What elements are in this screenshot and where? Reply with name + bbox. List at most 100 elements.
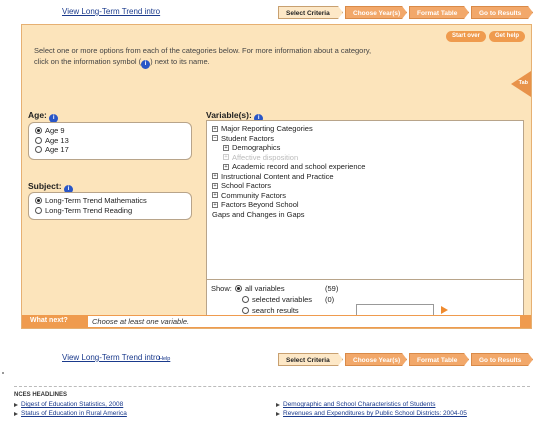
step-format-table-bottom[interactable]: Format Table [409,353,469,366]
step-go-to-results-bottom[interactable]: Go to Results [471,353,533,366]
math-label: Long-Term Trend Mathematics [45,196,147,206]
variables-label: Variable(s): [206,110,252,120]
footer-divider [14,386,530,387]
step-tabs: Select Criteria Choose Year(s) Format Ta… [278,6,535,19]
corner-tab-label: Tab [518,80,528,86]
tree-item-major-reporting[interactable]: + Major Reporting Categories [212,124,365,134]
age-9-radio[interactable] [35,127,42,135]
age-options: Age 9 Age 13 Age 17 [28,122,192,160]
instructions-line-2a: click on the information symbol ( [34,57,142,66]
tree-item-affective-disposition: + Affective disposition [212,153,365,163]
show-selected-option[interactable]: selected variables [242,295,312,304]
show-search-radio[interactable] [242,307,249,314]
tree-item-student-factors[interactable]: − Student Factors [212,134,365,144]
view-intro-link-bottom[interactable]: View Long-Term Trend intro [62,353,160,362]
subject-label: Subject: [28,181,62,191]
get-help-button[interactable]: Get help [488,31,525,42]
tree-item-community-factors[interactable]: + Community Factors [212,191,365,201]
bottom-navigation: View Long-Term Trend intro Help Select C… [0,350,542,370]
show-filter: Show: all variables (59) selected variab… [207,279,523,320]
headline-link-text[interactable]: Demographic and School Characteristics o… [283,401,435,408]
bullet-arrow-icon [276,411,280,416]
step-go-to-results[interactable]: Go to Results [471,6,533,19]
show-all-radio[interactable] [235,285,242,292]
show-search-option[interactable]: search results [242,306,299,315]
age-17-radio[interactable] [35,146,42,154]
age-option-13[interactable]: Age 13 [35,136,185,146]
show-selected-radio[interactable] [242,296,249,303]
age-13-radio[interactable] [35,136,42,144]
headline-link-text[interactable]: Revenues and Expenditures by Public Scho… [283,410,467,417]
tree-item-label: Gaps and Changes in Gaps [212,209,305,219]
start-over-button[interactable]: Start over [445,31,486,42]
step-select-criteria-bottom[interactable]: Select Criteria [278,353,343,366]
headline-link[interactable]: Revenues and Expenditures by Public Scho… [276,410,467,417]
criteria-panel: Start over Get help Select one or more o… [21,24,532,329]
age-option-9[interactable]: Age 9 [35,126,185,136]
help-link-bottom[interactable]: Help [159,356,170,362]
top-navigation: View Long-Term Trend intro Select Criter… [0,0,542,22]
expand-icon[interactable]: + [223,144,229,151]
reading-radio[interactable] [35,206,42,214]
tree-item-label: Instructional Content and Practice [221,171,334,181]
what-next-bar: What next? Choose at least one variable. [22,315,531,328]
headline-link-text[interactable]: Status of Education in Rural America [21,410,127,417]
stray-dot [2,372,4,374]
subject-option-math[interactable]: Long-Term Trend Mathematics [35,196,185,206]
subject-option-reading[interactable]: Long-Term Trend Reading [35,206,185,216]
bullet-arrow-icon [14,402,18,407]
expand-icon[interactable]: + [212,125,218,132]
bullet-arrow-icon [14,411,18,416]
tree-item-label: Demographics [232,143,281,152]
tree-item-demographics[interactable]: + Demographics [212,143,365,153]
step-select-criteria[interactable]: Select Criteria [278,6,343,19]
tree-item-gaps-and-changes[interactable]: Gaps and Changes in Gaps [212,210,365,220]
collapse-icon[interactable]: − [212,135,218,142]
expand-icon[interactable]: + [212,173,218,180]
headline-link[interactable]: Status of Education in Rural America [14,410,127,417]
selected-variables-count: (0) [325,295,335,304]
view-intro-link[interactable]: View Long-Term Trend intro [62,7,160,16]
bullet-arrow-icon [276,402,280,407]
step-format-table[interactable]: Format Table [409,6,469,19]
math-radio[interactable] [35,197,42,205]
all-variables-count: (59) [325,284,339,293]
tree-item-label: Affective disposition [232,152,299,162]
panel-actions: Start over Get help [443,31,525,42]
search-go-icon[interactable] [441,306,448,314]
step-choose-years[interactable]: Choose Year(s) [345,6,407,19]
headline-link[interactable]: Digest of Education Statistics, 2008 [14,401,123,408]
headline-link[interactable]: Demographic and School Characteristics o… [276,401,435,408]
age-13-label: Age 13 [45,135,69,145]
expand-icon[interactable]: + [223,163,229,170]
corner-tab[interactable]: Tab [511,71,531,97]
tree-item-label: School Factors [221,181,272,190]
expand-icon[interactable]: + [212,201,218,208]
tree-item-academic-record[interactable]: + Academic record and school experience [212,162,365,172]
reading-label: Long-Term Trend Reading [45,205,133,215]
tree-item-label: Academic record and school experience [232,162,366,171]
tree-item-label: Major Reporting Categories [221,124,313,133]
instructions-line-2b: ) next to its name. [150,57,210,66]
show-all-option[interactable]: all variables [235,284,285,293]
tree-item-school-factors[interactable]: + School Factors [212,181,365,191]
age-option-17[interactable]: Age 17 [35,145,185,155]
tree-item-label: Student Factors [221,133,274,143]
tree-item-label: Community Factors [221,190,287,200]
variables-list: + Major Reporting Categories − Student Fac… [206,120,524,320]
expand-icon[interactable]: + [212,192,218,199]
age-17-label: Age 17 [45,145,69,155]
show-all-label: all variables [245,284,285,293]
subject-options: Long-Term Trend Mathematics Long-Term Tr… [28,192,192,220]
variables-tree: + Major Reporting Categories − Student Fac… [212,124,365,219]
expand-icon[interactable]: + [212,182,218,189]
tree-item-factors-beyond-school[interactable]: + Factors Beyond School [212,200,365,210]
what-next-message: Choose at least one variable. [88,316,520,327]
info-icon: i [141,60,151,69]
age-label: Age: [28,110,47,120]
tree-item-instructional-content[interactable]: + Instructional Content and Practice [212,172,365,182]
headline-link-text[interactable]: Digest of Education Statistics, 2008 [21,401,123,408]
show-selected-label: selected variables [252,295,313,304]
age-9-label: Age 9 [45,126,65,136]
step-choose-years-bottom[interactable]: Choose Year(s) [345,353,407,366]
